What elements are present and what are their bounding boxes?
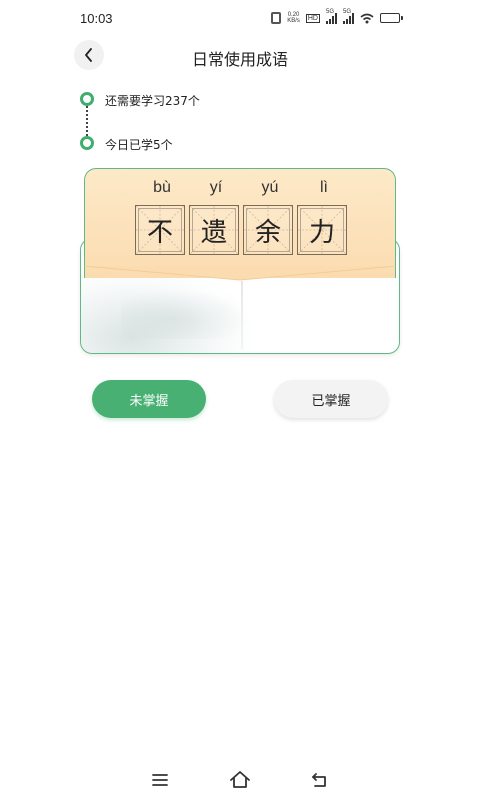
character-3: 余 bbox=[254, 217, 281, 248]
mastered-button[interactable]: 已掌握 bbox=[274, 380, 388, 418]
card-flap-edge bbox=[84, 266, 396, 281]
status-bar: 10:03 0.20 KB/s HD 5G 5G bbox=[0, 0, 480, 36]
signal-label-2: 5G bbox=[343, 9, 352, 15]
pinyin-3: yú bbox=[261, 179, 279, 196]
vibrate-icon bbox=[271, 12, 282, 24]
menu-icon bbox=[152, 774, 168, 786]
status-time: 10:03 bbox=[80, 11, 113, 26]
net-speed: 0.20 KB/s bbox=[287, 12, 300, 24]
character-box-3: 余 bbox=[243, 205, 293, 255]
pinyin-4: lì bbox=[320, 179, 328, 196]
character-box-2: 遗 bbox=[189, 205, 239, 255]
timeline-dot-today bbox=[80, 136, 94, 150]
hd-icon: HD bbox=[305, 13, 320, 23]
character-row: 不 遗 余 力 bbox=[135, 205, 347, 255]
idiom-card-front: bù yí yú lì 不 遗 余 力 bbox=[84, 168, 396, 278]
today-learned-text: 今日已学5个 bbox=[105, 138, 173, 152]
net-speed-unit: KB/s bbox=[287, 18, 300, 24]
remaining-count-text: 还需要学习237个 bbox=[105, 94, 200, 108]
ink-landscape-decoration-2 bbox=[121, 289, 251, 339]
character-box-4: 力 bbox=[297, 205, 347, 255]
timeline-connector bbox=[86, 106, 88, 136]
menu-button[interactable] bbox=[148, 768, 172, 792]
signal-label: 5G bbox=[326, 9, 335, 15]
pinyin-1: bù bbox=[153, 179, 171, 196]
character-box-1: 不 bbox=[135, 205, 185, 255]
idiom-card[interactable]: bù yí yú lì 不 遗 余 力 bbox=[80, 168, 400, 354]
card-fold-line bbox=[241, 281, 243, 349]
battery-icon bbox=[380, 13, 403, 23]
pinyin-2: yí bbox=[209, 179, 223, 196]
wifi-icon bbox=[360, 13, 374, 24]
character-1: 不 bbox=[146, 217, 173, 248]
status-icons: 0.20 KB/s HD 5G 5G bbox=[271, 9, 403, 25]
signal-icon: 5G bbox=[326, 9, 337, 24]
home-icon bbox=[230, 771, 250, 788]
character-4: 力 bbox=[308, 217, 335, 248]
not-mastered-button[interactable]: 未掌握 bbox=[92, 380, 206, 418]
signal-icon-2: 5G bbox=[343, 9, 354, 24]
pinyin-row: bù yí yú lì bbox=[135, 179, 351, 197]
system-nav-bar bbox=[0, 760, 480, 800]
back-nav-button[interactable] bbox=[308, 768, 332, 792]
timeline-dot-remaining bbox=[80, 92, 94, 106]
back-arrow-icon bbox=[312, 773, 326, 787]
page-title: 日常使用成语 bbox=[191, 50, 288, 69]
home-button[interactable] bbox=[228, 768, 252, 792]
character-2: 遗 bbox=[200, 217, 227, 248]
